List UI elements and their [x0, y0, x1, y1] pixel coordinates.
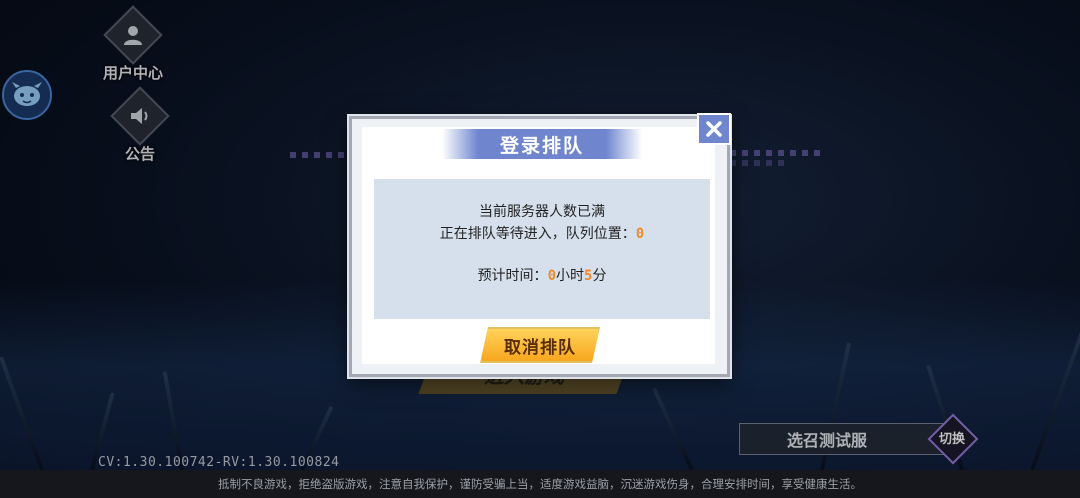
server-full-text: 当前服务器人数已满: [479, 204, 605, 220]
server-full-message: 当前服务器人数已满: [374, 201, 710, 223]
close-icon: [706, 121, 722, 137]
eta-minutes-unit: 分: [592, 268, 607, 284]
queue-info-box: 当前服务器人数已满 正在排队等待进入，队列位置：0 预计时间：0小时5分: [374, 179, 710, 319]
dialog-title: 登录排队: [499, 134, 584, 157]
queue-position-prefix: 正在排队等待进入，队列位置：: [439, 226, 636, 242]
eta-prefix: 预计时间：: [477, 268, 548, 284]
dialog-title-ribbon: 登录排队: [442, 129, 642, 159]
queue-position-value: 0: [635, 226, 645, 242]
cancel-queue-label: 取消排队: [504, 337, 576, 358]
eta-message: 预计时间：0小时5分: [374, 265, 710, 287]
eta-hours-value: 0: [547, 268, 556, 284]
login-queue-dialog: 登录排队 当前服务器人数已满 正在排队等待进入，队列位置：0 预计时间：0小时5…: [349, 113, 731, 377]
close-dialog-button[interactable]: [697, 113, 731, 145]
cancel-queue-button[interactable]: 取消排队: [480, 327, 600, 363]
dialog-body: 登录排队 当前服务器人数已满 正在排队等待进入，队列位置：0 预计时间：0小时5…: [362, 127, 715, 364]
eta-hours-unit: 小时: [556, 268, 584, 284]
queue-position-message: 正在排队等待进入，队列位置：0: [374, 223, 710, 245]
